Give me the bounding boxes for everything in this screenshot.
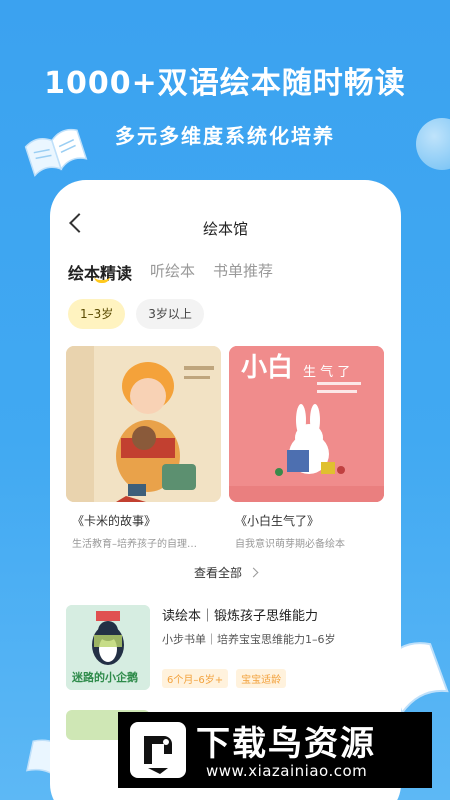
see-all-link[interactable]: 查看全部 [50, 564, 401, 581]
bird-logo-icon [130, 722, 186, 778]
cover-subtitle-text: 生 气 了 [303, 364, 350, 380]
book-cover-xiaobai[interactable]: 小白 生 气 了 [229, 346, 384, 502]
book-desc: 自我意识萌芽期必备绘本 [235, 539, 345, 550]
book-desc: 生活教育–培养孩子的自理… [72, 539, 197, 550]
list-cover-penguin[interactable]: 迷路的小企鹅 [66, 605, 150, 690]
promo-subline: 多元多维度系统化培养 [115, 124, 335, 148]
rabbit-illustration: 小白 生 气 了 [229, 346, 384, 502]
age-tag: 6个月–6岁+ [162, 669, 229, 688]
age-chip-3-plus[interactable]: 3岁以上 [136, 299, 204, 329]
page-title: 绘本馆 [202, 220, 248, 238]
penguin-illustration: 迷路的小企鹅 [66, 605, 150, 690]
cover-title-text: 小白 [241, 352, 293, 383]
see-all-label: 查看全部 [193, 566, 242, 580]
book-card[interactable]: 《卡米的故事》 生活教育–培养孩子的自理… [66, 346, 221, 550]
list-tags: 6个月–6岁+ 宝宝适龄 [162, 669, 287, 688]
age-chip-1-3[interactable]: 1–3岁 [68, 299, 126, 329]
book-cover-kami[interactable] [66, 346, 221, 502]
tab-booklist[interactable]: 书单推荐 [213, 260, 273, 284]
child-illustration [66, 346, 221, 502]
watermark-url: www.xiazainiao.com [206, 762, 368, 780]
fit-tag: 宝宝适龄 [236, 669, 287, 688]
watermark-banner: 下载鸟资源 www.xiazainiao.com [118, 712, 432, 788]
list-subtitle: 小步书单｜培养宝宝思维能力1–6岁 [162, 633, 336, 646]
age-filter: 1–3岁 3岁以上 [68, 299, 204, 329]
watermark-title: 下载鸟资源 [196, 724, 376, 764]
cover-title-text: 迷路的小企鹅 [71, 670, 138, 684]
nav-bar: 绘本馆 [50, 212, 401, 242]
phone-screen: 绘本馆 绘本精读 听绘本 书单推荐 1–3岁 3岁以上 《卡米的故事》 生活教育… [50, 180, 401, 800]
promo-headline: 1000+双语绘本随时畅读 [44, 66, 406, 101]
book-grid: 《卡米的故事》 生活教育–培养孩子的自理… 小白 生 气 了 《小白生气了》 自… [66, 346, 384, 550]
chevron-right-icon [248, 567, 259, 578]
book-title: 《卡米的故事》 [72, 514, 157, 528]
book-card[interactable]: 小白 生 气 了 《小白生气了》 自我意识萌芽期必备绘本 [229, 346, 384, 550]
list-item[interactable]: 迷路的小企鹅 读绘本｜锻炼孩子思维能力 小步书单｜培养宝宝思维能力1–6岁 6个… [66, 605, 386, 693]
tab-listen[interactable]: 听绘本 [150, 260, 195, 284]
book-title: 《小白生气了》 [235, 514, 320, 528]
list-title: 读绘本｜锻炼孩子思维能力 [162, 609, 319, 624]
